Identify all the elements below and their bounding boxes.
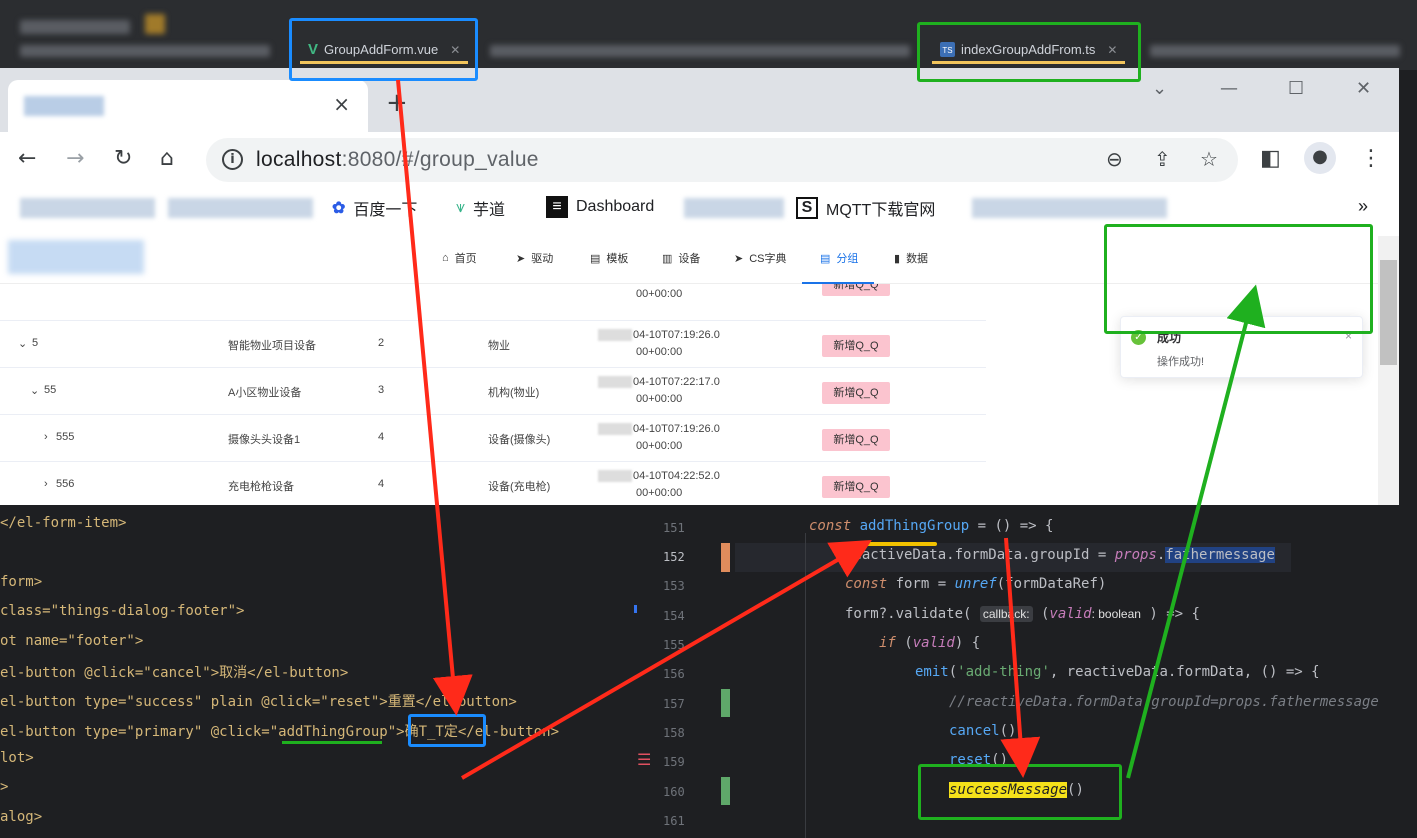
red-arrow	[396, 79, 473, 716]
annotation-arrows	[396, 79, 1266, 780]
red-arrow	[1000, 537, 1041, 778]
green-arrow	[1126, 284, 1266, 779]
red-arrow	[460, 539, 872, 780]
